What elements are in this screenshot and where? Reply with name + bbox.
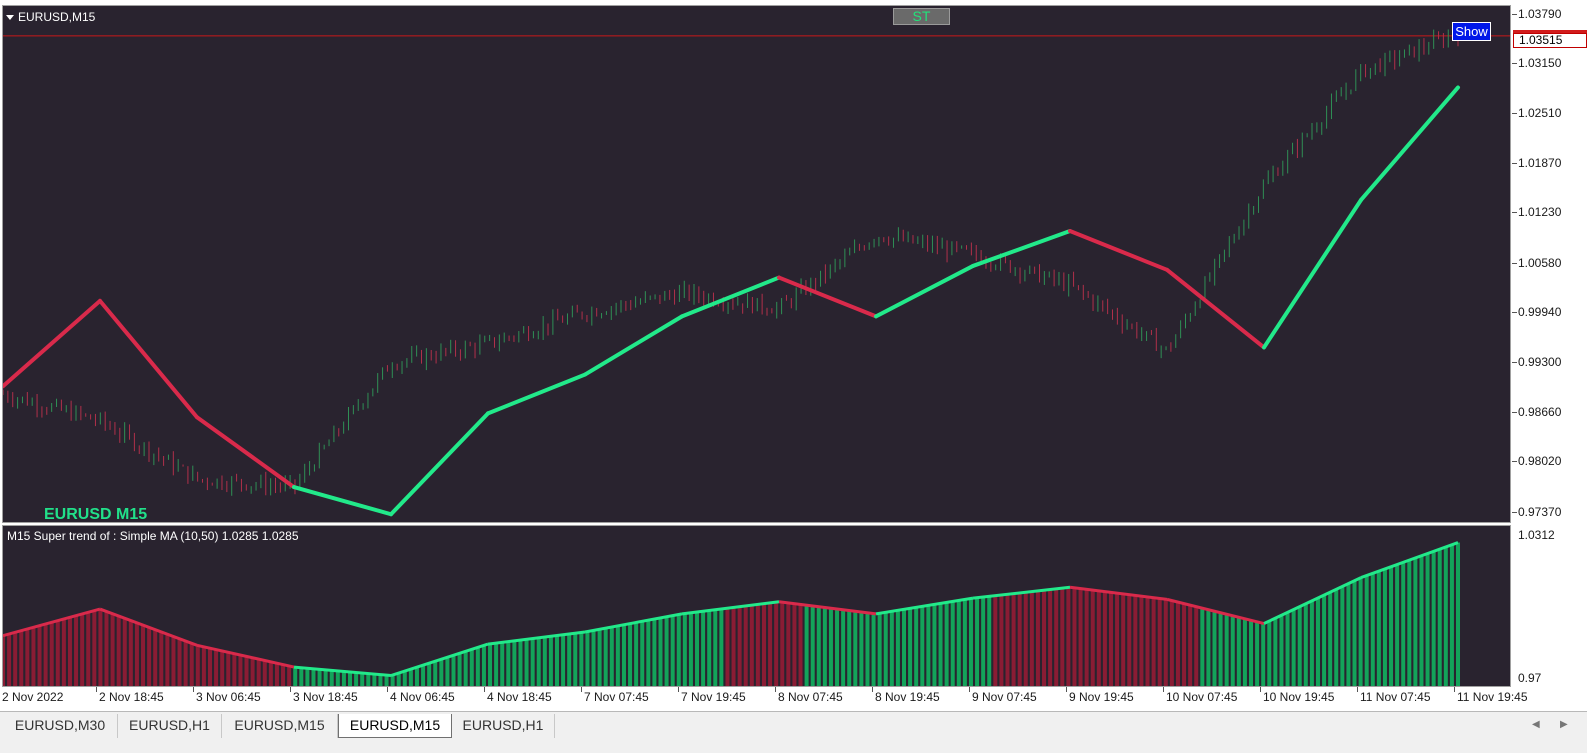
symbol-label: EURUSD M15 <box>44 506 148 523</box>
supertrend-segment <box>389 411 490 517</box>
tab-eurusd-m15[interactable]: EURUSD,M15 <box>222 714 338 738</box>
indicator-axis-label: 1.0312 <box>1518 528 1555 542</box>
price-axis-label: 1.01870 <box>1518 155 1562 170</box>
time-tick <box>1260 687 1261 692</box>
time-tick <box>193 687 194 692</box>
tab-eurusd-h1[interactable]: EURUSD,H1 <box>118 714 222 738</box>
indicator-pane[interactable] <box>2 525 1511 687</box>
supertrend-segment <box>583 314 684 377</box>
price-axis-label: 1.02510 <box>1518 105 1562 120</box>
time-axis-label: 8 Nov 19:45 <box>875 690 940 704</box>
show-button[interactable]: Show <box>1452 22 1491 41</box>
price-axis-label: 0.98020 <box>1518 454 1562 469</box>
price-tick <box>1512 13 1517 15</box>
time-axis-label: 4 Nov 06:45 <box>390 690 455 704</box>
price-axis-label: 1.01230 <box>1518 205 1562 220</box>
supertrend-segment <box>971 229 1072 268</box>
time-axis-label: 11 Nov 07:45 <box>1360 690 1431 704</box>
indicator-title: M15 Super trend of : Simple MA (10,50) 1… <box>7 529 299 543</box>
time-axis-label: 2 Nov 2022 <box>2 690 64 704</box>
price-tick <box>1512 411 1517 413</box>
supertrend-segment <box>1165 267 1266 350</box>
tab-eurusd-m15-active[interactable]: EURUSD,M15 <box>338 714 452 738</box>
supertrend-histogram[interactable] <box>3 526 1510 686</box>
time-axis-label: 10 Nov 19:45 <box>1263 690 1335 704</box>
time-axis-label: 2 Nov 18:45 <box>99 690 164 704</box>
time-tick <box>581 687 582 692</box>
chart-title: EURUSD,M15 <box>6 10 95 24</box>
time-axis-label: 4 Nov 18:45 <box>487 690 552 704</box>
price-tick <box>1512 212 1517 214</box>
current-price-label: 1.03515 <box>1513 33 1587 48</box>
time-axis-label: 8 Nov 07:45 <box>778 690 843 704</box>
supertrend-segment <box>777 275 878 319</box>
supertrend-segment <box>680 275 781 319</box>
supertrend-segment <box>3 298 102 389</box>
tab-eurusd-m30[interactable]: EURUSD,M30 <box>3 714 118 738</box>
time-axis-label: 9 Nov 07:45 <box>972 690 1037 704</box>
time-tick <box>290 687 291 692</box>
main-chart-pane[interactable] <box>2 5 1511 523</box>
chart-tab-bar: EURUSD,M30 EURUSD,H1 EURUSD,M15 EURUSD,M… <box>0 711 1587 742</box>
chart-title-text: EURUSD,M15 <box>18 10 96 24</box>
supertrend-segment <box>195 415 296 490</box>
indicator-scale[interactable]: 1.0312 0.97 <box>1512 525 1587 687</box>
price-tick <box>1512 461 1517 463</box>
st-button[interactable]: ST <box>893 8 950 25</box>
supertrend-segment <box>292 485 393 517</box>
time-axis-label: 3 Nov 18:45 <box>293 690 358 704</box>
price-axis-label: 0.97370 <box>1518 504 1562 519</box>
supertrend-segment <box>1359 85 1460 202</box>
time-axis-label: 7 Nov 07:45 <box>584 690 649 704</box>
tab-scroll-right-icon[interactable]: ▶ <box>1560 719 1568 730</box>
time-tick <box>1066 687 1067 692</box>
price-chart[interactable] <box>3 6 1510 522</box>
price-scale[interactable]: 1.03790 1.03150 1.02510 1.01870 1.01230 1.005… <box>1512 5 1587 523</box>
price-axis-label: 1.03150 <box>1518 56 1562 71</box>
price-axis-label: 1.03790 <box>1518 6 1562 21</box>
supertrend-segment <box>98 298 199 420</box>
price-tick <box>1512 112 1517 114</box>
price-tick <box>1512 511 1517 513</box>
price-tick <box>1512 312 1517 314</box>
time-tick <box>96 687 97 692</box>
time-tick <box>678 687 679 692</box>
time-tick <box>872 687 873 692</box>
supertrend-segment <box>1262 197 1363 350</box>
time-tick <box>969 687 970 692</box>
time-tick <box>775 687 776 692</box>
tab-scroll-left-icon[interactable]: ◀ <box>1532 719 1540 730</box>
time-axis-label: 7 Nov 19:45 <box>681 690 746 704</box>
time-tick <box>484 687 485 692</box>
supertrend-segment <box>874 263 975 319</box>
time-axis-label: 11 Nov 19:45 <box>1457 690 1528 704</box>
terminal-window: EURUSD,M15 ST Show EURUSD M15 1.03790 1.0… <box>0 0 1587 711</box>
price-tick <box>1512 63 1517 65</box>
time-axis-label: 10 Nov 07:45 <box>1166 690 1238 704</box>
price-tick <box>1512 262 1517 264</box>
time-tick <box>387 687 388 692</box>
time-axis-label: 3 Nov 06:45 <box>196 690 261 704</box>
time-tick <box>1454 687 1455 692</box>
price-tick <box>1512 162 1517 164</box>
supertrend-segment <box>486 372 587 416</box>
price-axis-label: 0.99940 <box>1518 305 1562 320</box>
supertrend-segment <box>1068 229 1169 272</box>
price-axis-label: 0.99300 <box>1518 354 1562 369</box>
dropdown-triangle-icon[interactable] <box>6 15 14 21</box>
price-axis-label: 1.00580 <box>1518 255 1562 270</box>
tab-eurusd-h1-2[interactable]: EURUSD,H1 <box>452 714 555 738</box>
indicator-axis-label: 0.97 <box>1518 671 1542 685</box>
time-axis-label: 9 Nov 19:45 <box>1069 690 1134 704</box>
price-axis-label: 0.98660 <box>1518 404 1562 419</box>
price-tick <box>1512 361 1517 363</box>
time-tick <box>1163 687 1164 692</box>
time-axis[interactable]: 2 Nov 2022 2 Nov 18:45 3 Nov 06:45 3 Nov 18… <box>0 687 1587 709</box>
time-tick <box>1357 687 1358 692</box>
